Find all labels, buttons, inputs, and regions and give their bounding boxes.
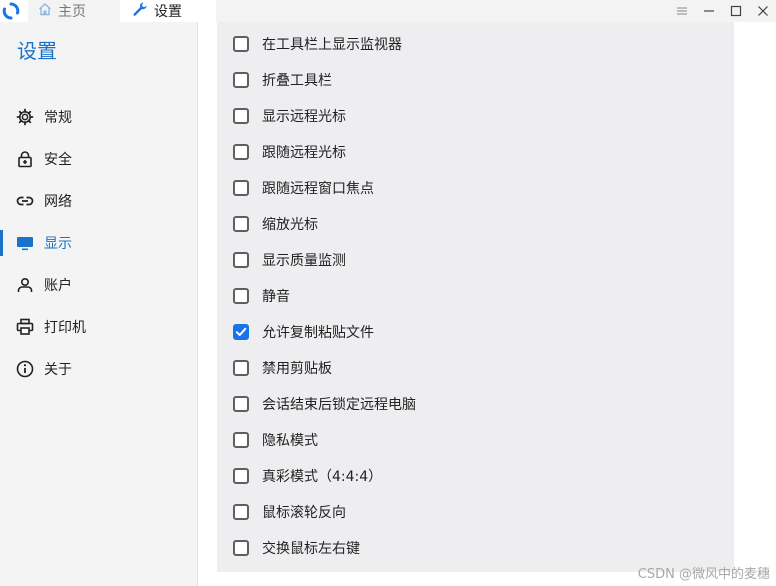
option-label: 隐私模式 [262,433,318,449]
option-mute[interactable]: 静音 [233,285,290,307]
hamburger-icon [676,7,687,15]
option-label: 会话结束后锁定远程电脑 [262,397,416,413]
checkbox[interactable] [233,36,249,52]
wrench-icon [132,1,154,21]
gear-icon [16,108,34,126]
sidebar-item-label: 关于 [44,362,72,378]
checkbox[interactable] [233,180,249,196]
option-label: 静音 [262,289,290,305]
checkbox[interactable] [233,216,249,232]
menu-button[interactable] [668,0,695,22]
person-icon [16,276,34,294]
checkbox[interactable] [233,252,249,268]
sidebar-item-account[interactable]: 账户 [0,264,197,306]
sidebar-item-network[interactable]: 网络 [0,180,197,222]
page-title: 设置 [17,39,57,63]
checkbox[interactable] [233,288,249,304]
option-show-remote-cursor[interactable]: 显示远程光标 [233,105,346,127]
option-show-monitors-toolbar[interactable]: 在工具栏上显示监视器 [233,33,402,55]
sidebar-item-about[interactable]: 关于 [0,348,197,390]
sidebar-item-label: 账户 [44,278,72,294]
checkbox[interactable] [233,108,249,124]
tab-home-label: 主页 [58,4,86,20]
close-icon [757,6,768,16]
info-icon [16,360,34,378]
option-label: 允许复制粘贴文件 [262,325,374,341]
option-lock-after-session-end[interactable]: 会话结束后锁定远程电脑 [233,393,416,415]
option-label: 缩放光标 [262,217,318,233]
printer-icon [16,318,34,336]
option-label: 禁用剪贴板 [262,361,332,377]
option-label: 鼠标滚轮反向 [262,505,346,521]
sidebar: 设置 常规 安全 网络 显示 账户 打印机 关于 [0,22,198,586]
option-label: 真彩模式（4:4:4） [262,469,383,485]
checkbox-checked[interactable] [233,324,249,340]
checkbox[interactable] [233,144,249,160]
window-controls [668,0,776,22]
monitor-icon [16,234,34,252]
option-label: 折叠工具栏 [262,73,332,89]
sidebar-item-label: 安全 [44,152,72,168]
watermark: CSDN @微风中的麦穗 [637,567,770,582]
option-label: 交换鼠标左右键 [262,541,360,557]
checkbox[interactable] [233,540,249,556]
option-show-quality-monitor[interactable]: 显示质量监测 [233,249,346,271]
checkbox[interactable] [233,396,249,412]
minimize-button[interactable] [695,0,722,22]
sidebar-item-printer[interactable]: 打印机 [0,306,197,348]
home-icon [38,2,58,20]
sidebar-item-general[interactable]: 常规 [0,96,197,138]
sidebar-item-label: 显示 [44,236,72,252]
maximize-icon [730,5,741,17]
option-label: 显示质量监测 [262,253,346,269]
option-collapse-toolbar[interactable]: 折叠工具栏 [233,69,332,91]
checkbox[interactable] [233,360,249,376]
option-label: 显示远程光标 [262,109,346,125]
link-icon [16,192,34,210]
sidebar-item-display[interactable]: 显示 [0,222,197,264]
option-reverse-mouse-wheel[interactable]: 鼠标滚轮反向 [233,501,346,523]
checkmark-icon [235,327,247,336]
sidebar-nav: 常规 安全 网络 显示 账户 打印机 关于 [0,96,197,390]
option-label: 跟随远程窗口焦点 [262,181,374,197]
option-zoom-cursor[interactable]: 缩放光标 [233,213,318,235]
app-logo-icon [1,1,21,21]
option-allow-file-copy-paste[interactable]: 允许复制粘贴文件 [233,321,374,343]
checkbox[interactable] [233,468,249,484]
title-bar: 主页 设置 [0,0,776,22]
lock-icon [16,150,34,168]
option-follow-remote-cursor[interactable]: 跟随远程光标 [233,141,346,163]
sidebar-item-label: 网络 [44,194,72,210]
checkbox[interactable] [233,432,249,448]
tab-settings-label: 设置 [154,4,182,20]
option-true-color-444[interactable]: 真彩模式（4:4:4） [233,465,382,487]
checkbox[interactable] [233,72,249,88]
sidebar-item-label: 常规 [44,110,72,126]
option-label: 在工具栏上显示监视器 [262,37,402,53]
maximize-button[interactable] [722,0,749,22]
display-settings-panel: 在工具栏上显示监视器 折叠工具栏 显示远程光标 跟随远程光标 跟随远程窗口焦点 … [217,22,734,572]
option-follow-remote-window-focus[interactable]: 跟随远程窗口焦点 [233,177,374,199]
tab-settings[interactable]: 设置 [122,0,216,22]
tab-home[interactable]: 主页 [28,0,120,22]
sidebar-item-security[interactable]: 安全 [0,138,197,180]
option-label: 跟随远程光标 [262,145,346,161]
minimize-icon [703,10,714,12]
checkbox[interactable] [233,504,249,520]
option-disable-clipboard[interactable]: 禁用剪贴板 [233,357,332,379]
option-swap-mouse-buttons[interactable]: 交换鼠标左右键 [233,537,360,559]
close-button[interactable] [749,0,776,22]
option-privacy-mode[interactable]: 隐私模式 [233,429,318,451]
sidebar-item-label: 打印机 [44,320,86,336]
